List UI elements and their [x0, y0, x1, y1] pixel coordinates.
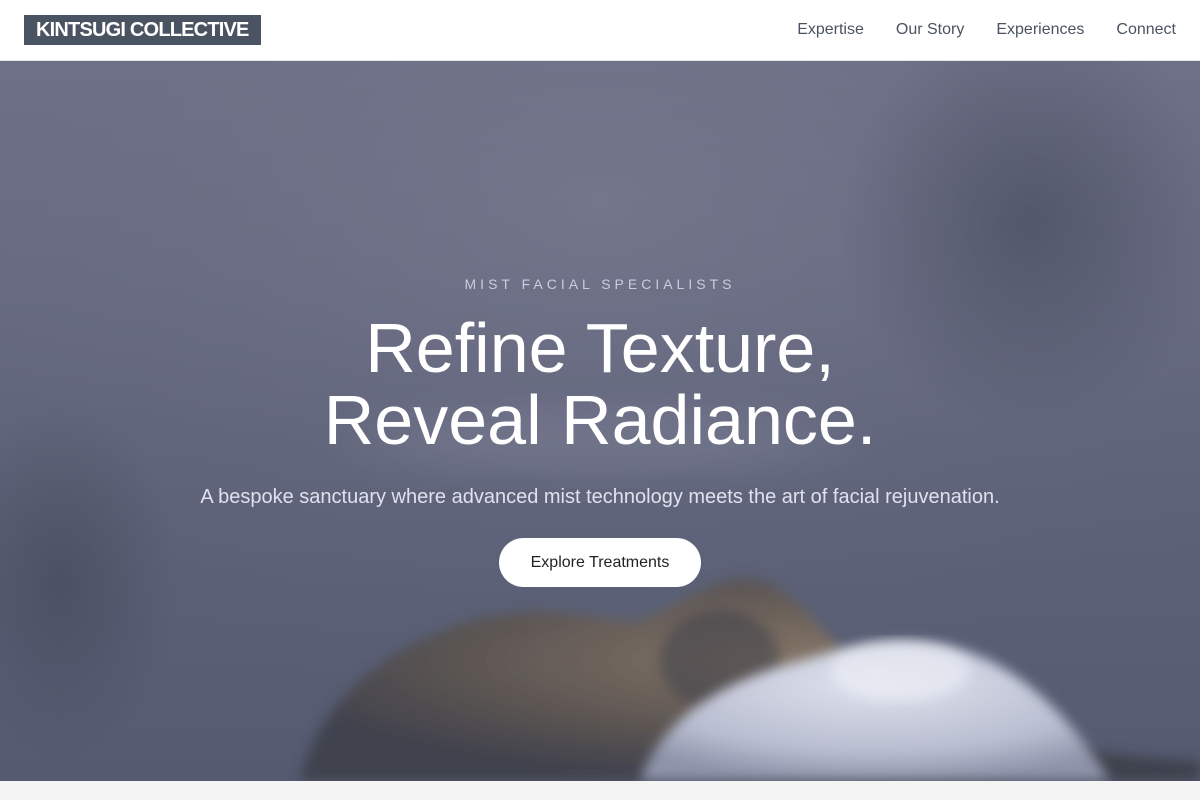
- explore-treatments-button[interactable]: Explore Treatments: [498, 538, 702, 587]
- hero-section: MIST FACIAL SPECIALISTS Refine Texture, …: [0, 61, 1200, 781]
- hero-headline: Refine Texture, Reveal Radiance.: [0, 312, 1200, 456]
- next-section-edge: [0, 781, 1200, 800]
- hero-subtitle: A bespoke sanctuary where advanced mist …: [200, 486, 1000, 508]
- nav-link-our-story[interactable]: Our Story: [896, 21, 964, 39]
- hero-headline-line1: Refine Texture,: [365, 309, 835, 387]
- top-navbar: KINTSUGI COLLECTIVE Expertise Our Story …: [0, 0, 1200, 61]
- nav-link-connect[interactable]: Connect: [1116, 21, 1176, 39]
- hero-eyebrow: MIST FACIAL SPECIALISTS: [464, 276, 736, 292]
- main-nav: Expertise Our Story Experiences Connect: [797, 21, 1176, 39]
- nav-link-expertise[interactable]: Expertise: [797, 21, 864, 39]
- hero-headline-line2: Reveal Radiance.: [323, 381, 877, 459]
- nav-link-experiences[interactable]: Experiences: [996, 21, 1084, 39]
- brand-logo[interactable]: KINTSUGI COLLECTIVE: [24, 15, 261, 45]
- hero-content: MIST FACIAL SPECIALISTS Refine Texture, …: [0, 274, 1200, 587]
